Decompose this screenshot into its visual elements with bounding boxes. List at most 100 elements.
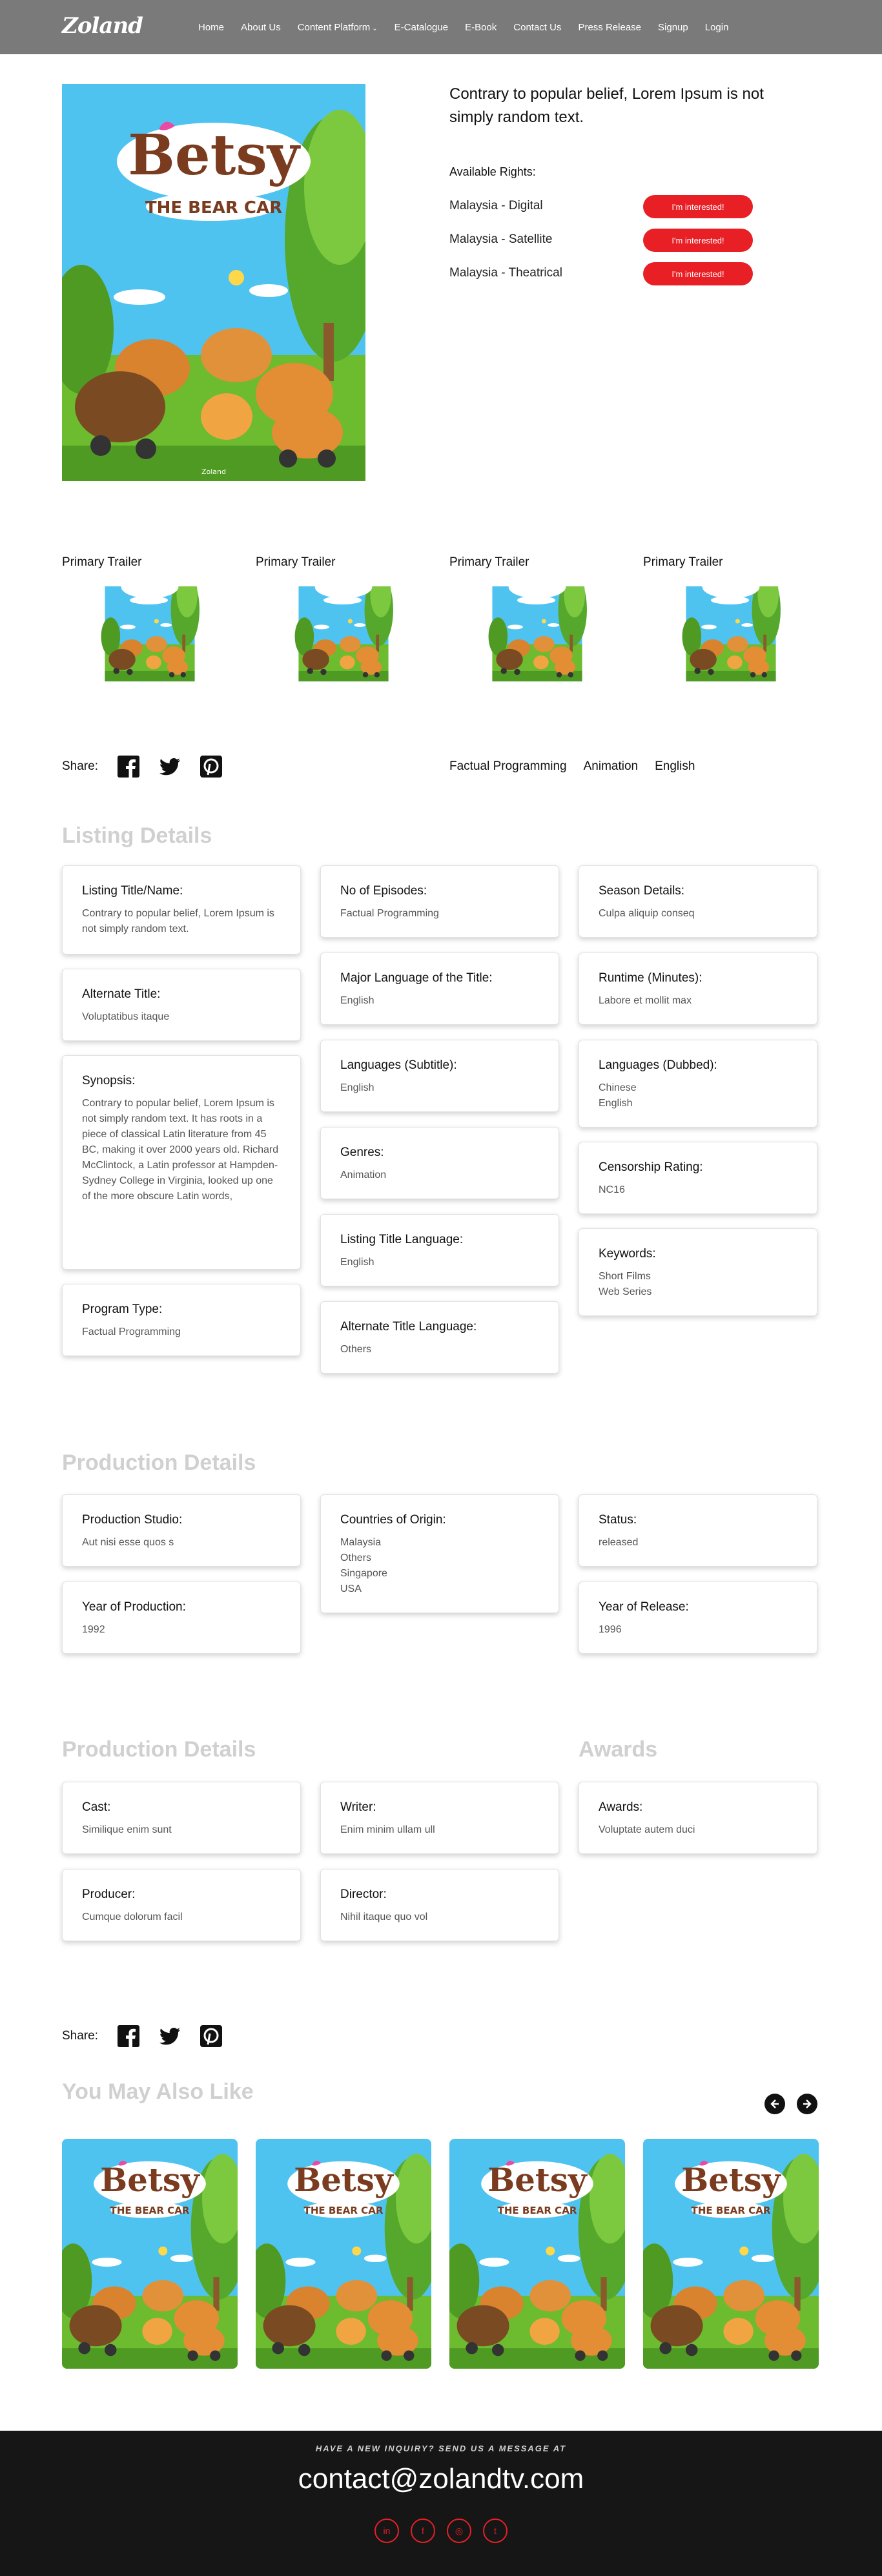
instagram-icon[interactable]: ◎ bbox=[447, 2519, 471, 2543]
detail-card: Status: released bbox=[579, 1494, 817, 1567]
detail-card: Listing Title Language: English bbox=[320, 1214, 559, 1286]
detail-value: NC16 bbox=[599, 1184, 625, 1195]
interested-button[interactable]: I'm interested! bbox=[643, 229, 753, 252]
nav-contact-us[interactable]: Contact Us bbox=[505, 22, 569, 33]
facebook-icon[interactable]: f bbox=[411, 2519, 435, 2543]
linkedin-icon[interactable]: in bbox=[374, 2519, 399, 2543]
footer-tagline: HAVE A NEW INQUIRY? SEND US A MESSAGE AT bbox=[315, 2444, 567, 2453]
trailer-thumbnail[interactable] bbox=[643, 586, 819, 704]
share-bar: Share: bbox=[62, 2025, 241, 2047]
right-label: Malaysia - Theatrical bbox=[449, 266, 562, 280]
trailer-thumbnail[interactable] bbox=[449, 586, 625, 704]
site-footer: HAVE A NEW INQUIRY? SEND US A MESSAGE AT… bbox=[0, 2431, 882, 2576]
recommended-item[interactable]: Betsy THE BEAR CAR bbox=[256, 2139, 431, 2369]
contact-email-link[interactable]: contact@zolandtv.com bbox=[0, 2463, 882, 2495]
trailer-thumbnail[interactable] bbox=[256, 586, 431, 704]
detail-value: 1996 bbox=[599, 1624, 622, 1635]
nav-press-release[interactable]: Press Release bbox=[569, 22, 650, 33]
tag-link[interactable]: Animation bbox=[584, 759, 639, 774]
nav-e-book[interactable]: E-Book bbox=[456, 22, 505, 33]
share-label: Share: bbox=[62, 2029, 98, 2043]
detail-card: Alternate Title: Voluptatibus itaque bbox=[62, 969, 301, 1041]
detail-value: Cumque dolorum facil bbox=[82, 1911, 183, 1922]
detail-label: Alternate Title Language: bbox=[340, 1320, 477, 1334]
detail-label: Runtime (Minutes): bbox=[599, 971, 703, 985]
detail-label: Languages (Dubbed): bbox=[599, 1058, 717, 1072]
site-logo[interactable]: Zoland bbox=[62, 13, 143, 39]
detail-value: 1992 bbox=[82, 1624, 105, 1635]
nav-login[interactable]: Login bbox=[697, 22, 737, 33]
tag-link[interactable]: Factual Programming bbox=[449, 759, 567, 774]
site-header: Zoland Home About Us Content Platform ⌄ E… bbox=[0, 0, 882, 54]
right-label: Malaysia - Digital bbox=[449, 199, 543, 212]
nav-content-platform[interactable]: Content Platform ⌄ bbox=[289, 22, 386, 33]
right-label: Malaysia - Satellite bbox=[449, 232, 553, 246]
available-rights-heading: Available Rights: bbox=[449, 165, 536, 178]
detail-value: Short Films Web Series bbox=[599, 1271, 652, 1297]
trailer-thumbnail[interactable] bbox=[62, 586, 238, 704]
detail-card: Season Details: Culpa aliquip conseq bbox=[579, 865, 817, 938]
right-row: Malaysia - Digital I'm interested! bbox=[449, 195, 759, 218]
carousel-next-button[interactable] bbox=[797, 2094, 817, 2114]
detail-card: Program Type: Factual Programming bbox=[62, 1284, 301, 1356]
detail-label: Producer: bbox=[82, 1888, 136, 1901]
arrow-right-icon bbox=[803, 2099, 812, 2108]
detail-label: Year of Release: bbox=[599, 1600, 689, 1614]
nav-about-us[interactable]: About Us bbox=[232, 22, 289, 33]
title-poster: Betsy THE BEAR CAR Zoland bbox=[62, 84, 365, 481]
detail-label: Languages (Subtitle): bbox=[340, 1058, 457, 1072]
nav-signup[interactable]: Signup bbox=[650, 22, 697, 33]
recommended-subtitle: THE BEAR CAR bbox=[304, 2205, 384, 2216]
detail-label: Listing Title Language: bbox=[340, 1233, 464, 1246]
twitter-icon[interactable] bbox=[159, 756, 181, 778]
share-label: Share: bbox=[62, 759, 98, 773]
detail-value: Voluptate autem duci bbox=[599, 1824, 695, 1835]
detail-card: Writer: Enim minim ullam ull bbox=[320, 1782, 559, 1854]
detail-card: Major Language of the Title: English bbox=[320, 953, 559, 1025]
detail-value: Nihil itaque quo vol bbox=[340, 1911, 428, 1922]
right-row: Malaysia - Satellite I'm interested! bbox=[449, 229, 759, 252]
recommended-item[interactable]: Betsy THE BEAR CAR bbox=[62, 2139, 238, 2369]
detail-card: Year of Release: 1996 bbox=[579, 1582, 817, 1654]
detail-card: Alternate Title Language: Others bbox=[320, 1301, 559, 1374]
detail-label: Writer: bbox=[340, 1800, 376, 1814]
detail-card: Awards: Voluptate autem duci bbox=[579, 1782, 817, 1854]
facebook-icon[interactable] bbox=[117, 756, 139, 778]
listing-details-title: Listing Details bbox=[62, 823, 212, 848]
detail-label: Genres: bbox=[340, 1146, 384, 1159]
detail-label: Censorship Rating: bbox=[599, 1160, 703, 1174]
detail-card: Languages (Subtitle): English bbox=[320, 1040, 559, 1112]
detail-label: Keywords: bbox=[599, 1247, 656, 1261]
pinterest-icon[interactable] bbox=[200, 2025, 222, 2047]
detail-value: English bbox=[340, 1082, 374, 1093]
poster-title: Betsy bbox=[128, 123, 302, 188]
twitter-icon[interactable]: t bbox=[483, 2519, 508, 2543]
detail-value: Culpa aliquip conseq bbox=[599, 908, 695, 919]
detail-label: No of Episodes: bbox=[340, 884, 427, 898]
recommended-subtitle: THE BEAR CAR bbox=[110, 2205, 190, 2216]
recommended-poster: Betsy THE BEAR CAR bbox=[643, 2139, 819, 2369]
facebook-icon[interactable] bbox=[117, 2025, 139, 2047]
recommended-item[interactable]: Betsy THE BEAR CAR bbox=[449, 2139, 625, 2369]
recommended-poster: Betsy THE BEAR CAR bbox=[62, 2139, 238, 2369]
recommended-item[interactable]: Betsy THE BEAR CAR bbox=[643, 2139, 819, 2369]
nav-e-catalogue[interactable]: E-Catalogue bbox=[386, 22, 456, 33]
twitter-icon[interactable] bbox=[159, 2025, 181, 2047]
detail-label: Season Details: bbox=[599, 884, 685, 898]
carousel-prev-button[interactable] bbox=[764, 2094, 785, 2114]
detail-label: Synopsis: bbox=[82, 1074, 136, 1087]
interested-button[interactable]: I'm interested! bbox=[643, 195, 753, 218]
tag-link[interactable]: English bbox=[655, 759, 695, 774]
detail-label: Program Type: bbox=[82, 1303, 163, 1316]
crew-details-title: Production Details bbox=[62, 1737, 256, 1762]
right-row: Malaysia - Theatrical I'm interested! bbox=[449, 262, 759, 285]
recommended-poster: Betsy THE BEAR CAR bbox=[256, 2139, 431, 2369]
arrow-left-icon bbox=[770, 2099, 779, 2108]
detail-value: Contrary to popular belief, Lorem Ipsum … bbox=[82, 908, 274, 934]
interested-button[interactable]: I'm interested! bbox=[643, 262, 753, 285]
nav-home[interactable]: Home bbox=[190, 22, 232, 33]
pinterest-icon[interactable] bbox=[200, 756, 222, 778]
recommended-title: Betsy bbox=[487, 2161, 588, 2199]
social-links: in f ◎ t bbox=[0, 2519, 882, 2543]
listing-headline: Contrary to popular belief, Lorem Ipsum … bbox=[449, 85, 764, 126]
